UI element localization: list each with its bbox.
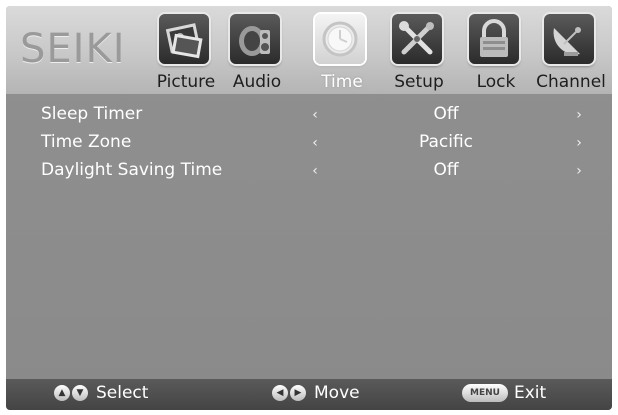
tab-label: Time <box>321 72 363 92</box>
setting-label: Daylight Saving Time <box>41 160 223 180</box>
left-arrow-icon: ◀ <box>272 385 288 401</box>
setting-sleep-timer[interactable]: Sleep Timer ‹ Off › <box>6 102 612 128</box>
tab-label: Channel <box>536 72 606 92</box>
tab-label: Lock <box>476 72 516 92</box>
clock-icon <box>315 14 365 64</box>
setting-daylight-saving-time[interactable]: Daylight Saving Time ‹ Off › <box>6 158 612 184</box>
menu-button-icon: MENU <box>462 384 508 402</box>
tab-lock[interactable]: Lock <box>461 6 531 94</box>
tab-setup[interactable]: Setup <box>384 6 454 94</box>
setup-tools-icon <box>392 14 442 64</box>
tv-osd-menu: SEIKI Picture Audio Time Setup Lock Chan… <box>6 6 612 410</box>
footer-hint-bar: ▲ ▼ Select ◀ ▶ Move MENU Exit <box>6 379 612 410</box>
down-arrow-icon: ▼ <box>72 385 88 401</box>
tab-channel[interactable]: Channel <box>536 6 606 94</box>
setting-value: Off <box>433 104 459 124</box>
select-hint: ▲ ▼ Select <box>54 383 148 407</box>
exit-hint-label: Exit <box>514 383 547 403</box>
tab-audio[interactable]: Audio <box>222 6 292 94</box>
lock-icon <box>469 14 519 64</box>
tab-picture[interactable]: Picture <box>151 6 221 94</box>
tab-label: Setup <box>394 72 444 92</box>
select-hint-label: Select <box>96 383 149 403</box>
setting-value: Pacific <box>418 132 474 152</box>
move-hint: ◀ ▶ Move <box>272 383 360 407</box>
right-arrow-icon[interactable]: › <box>572 162 586 180</box>
move-hint-label: Move <box>314 383 360 403</box>
up-arrow-icon: ▲ <box>54 385 70 401</box>
exit-hint: MENU Exit <box>462 383 546 407</box>
tab-label: Audio <box>232 72 282 92</box>
tab-label: Picture <box>156 72 216 92</box>
setting-label: Time Zone <box>41 132 132 152</box>
right-arrow-icon[interactable]: › <box>572 106 586 124</box>
right-arrow-icon[interactable]: › <box>572 134 586 152</box>
tab-time[interactable]: Time <box>307 6 377 94</box>
setting-value: Off <box>433 160 459 180</box>
setting-time-zone[interactable]: Time Zone ‹ Pacific › <box>6 130 612 156</box>
left-arrow-icon[interactable]: ‹ <box>308 162 322 180</box>
right-arrow-icon: ▶ <box>290 385 306 401</box>
brand-logo: SEIKI <box>20 26 126 72</box>
left-arrow-icon[interactable]: ‹ <box>308 134 322 152</box>
satellite-dish-icon <box>544 14 594 64</box>
audio-icon <box>230 14 280 64</box>
menu-header: SEIKI Picture Audio Time Setup Lock Chan… <box>6 6 612 94</box>
setting-label: Sleep Timer <box>41 104 143 124</box>
picture-icon <box>159 14 209 64</box>
left-arrow-icon[interactable]: ‹ <box>308 106 322 124</box>
